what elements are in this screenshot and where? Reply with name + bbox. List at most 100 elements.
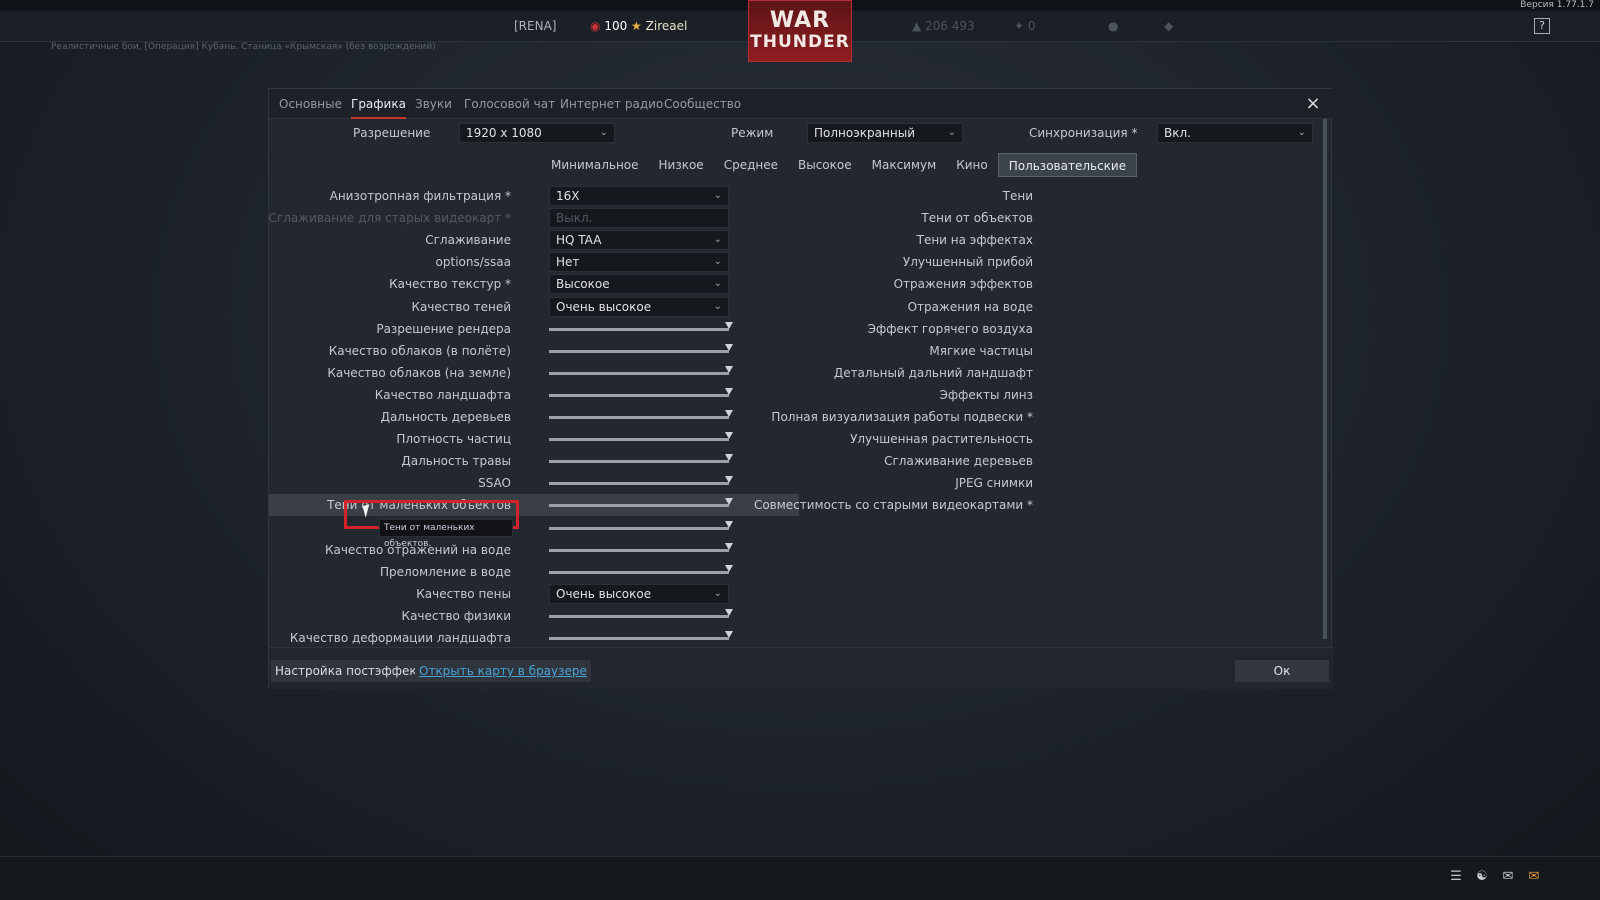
open-map-link[interactable]: Открыть карту в браузере [415,660,591,682]
setting-slider[interactable] [549,608,733,618]
toggle-label: Улучшенная растительность [850,432,1033,447]
setting-slider[interactable] [549,476,733,486]
toggle-row: Тени от объектовДа [799,207,1325,229]
setting-slider[interactable] [549,410,733,419]
setting-slider[interactable] [549,365,733,375]
tab-main[interactable]: Основные [279,89,342,119]
player-profile[interactable]: ◉ 100 ★ Zireael [590,19,687,33]
slider-handle[interactable] [725,564,733,572]
setting-dropdown[interactable]: HQ TAA ⌄ [549,230,729,251]
slider-handle[interactable] [725,321,733,329]
slider-handle[interactable] [725,343,733,351]
preset-cinema[interactable]: Кино [946,153,998,177]
bottom-bar: ☰ ☯ ✉ ✉ [0,856,1600,900]
preset-minimal[interactable]: Минимальное [541,153,649,177]
setting-label: Качество облаков (в полёте) [328,343,511,358]
settings-content: Анизотропная фильтрация * 16X ⌄ Сглаживание… [269,185,1325,647]
chevron-down-icon: ⌄ [713,300,722,312]
resolution-value: 1920 x 1080 [466,126,542,140]
tab-sound[interactable]: Звуки [415,89,452,119]
setting-dropdown[interactable]: Очень высокое ⌄ [549,296,729,317]
mail-icon[interactable]: ✉ [1525,869,1543,885]
slider-handle[interactable] [725,608,733,616]
setting-dropdown[interactable]: Высокое ⌄ [549,274,729,295]
setting-slider[interactable] [549,564,733,574]
golden-eagles[interactable]: ✦ 0 [1014,19,1036,33]
setting-row: Качество теней Очень высокое ⌄ [269,296,799,318]
chevron-down-icon: ⌄ [713,234,722,246]
slider-handle[interactable] [725,454,733,462]
slider-handle[interactable] [725,542,733,550]
slider-handle[interactable] [725,410,733,417]
premium-icon[interactable]: ● [1108,19,1118,33]
setting-slider[interactable] [549,454,733,464]
setting-dropdown[interactable]: Выкл. [549,208,729,229]
vsync-dropdown[interactable]: Вкл. ⌄ [1157,123,1313,143]
setting-slider[interactable] [549,321,733,331]
resolution-dropdown[interactable]: 1920 x 1080 ⌄ [459,123,615,143]
setting-row: Дальность деревьев [269,406,799,428]
setting-slider[interactable] [549,432,733,442]
slider-handle[interactable] [725,631,733,638]
chat-icon[interactable]: ✉ [1499,869,1517,885]
ok-button[interactable]: Ок [1235,660,1329,682]
war-thunder-logo[interactable]: WAR THUNDER [748,0,852,62]
setting-dropdown[interactable]: Очень высокое ⌄ [549,583,729,604]
preset-medium[interactable]: Среднее [714,153,788,177]
preset-custom[interactable]: Пользовательские [997,153,1138,177]
version-label: Версия 1.77.1.7 [1520,0,1594,10]
setting-row: Качество ландшафта [269,384,799,406]
squad-tag[interactable]: [RENA] [514,19,556,33]
setting-slider[interactable] [549,498,733,508]
mode-dropdown[interactable]: Полноэкранный ⌄ [807,123,963,143]
preset-max[interactable]: Максимум [862,153,947,177]
toggle-row: ТениДа [799,185,1325,207]
help-button[interactable]: ? [1534,18,1550,34]
close-icon[interactable]: × [1303,94,1323,114]
preset-high[interactable]: Высокое [788,153,862,177]
slider-handle[interactable] [725,476,733,484]
toggle-label: Отражения эффектов [893,277,1033,292]
slider-handle[interactable] [725,432,733,440]
list-icon[interactable]: ☰ [1447,869,1465,885]
setting-dropdown[interactable]: 16X ⌄ [549,186,729,206]
slider-handle[interactable] [725,387,733,395]
shop-icon[interactable]: ◆ [1164,19,1173,33]
setting-row: options/ssaa Нет ⌄ [269,251,799,273]
tab-internet-radio[interactable]: Интернет радио [560,89,663,119]
setting-label: Разрешение рендера [376,321,511,336]
toggle-label: JPEG снимки [955,476,1033,491]
mode-label: Режим [731,126,774,140]
lions-icon: ▲ [912,19,922,33]
chevron-down-icon: ⌄ [713,587,722,599]
squad-icon[interactable]: ☯ [1473,869,1491,885]
setting-slider[interactable] [549,387,733,397]
chevron-down-icon: ⌄ [947,127,956,138]
chevron-down-icon: ⌄ [713,278,722,290]
toggle-label: Отражения на воде [907,299,1033,314]
setting-value: Высокое [556,277,610,292]
tooltip: Тени от маленьких объектов. [379,519,513,549]
toggle-label: Эффект горячего воздуха [867,321,1033,336]
setting-label: Плотность частиц [396,432,511,447]
tab-voice-chat[interactable]: Голосовой чат [464,89,555,119]
slider-handle[interactable] [725,365,733,373]
silver-lions[interactable]: ▲ 206 493 [912,19,975,33]
setting-slider[interactable] [549,631,733,640]
setting-slider[interactable] [549,542,733,552]
setting-dropdown[interactable]: Нет ⌄ [549,252,729,273]
slider-handle[interactable] [725,498,733,506]
toggle-row: Улучшенный прибойДа [799,251,1325,273]
setting-label: Качество деформации ландшафта [289,631,511,645]
setting-slider[interactable] [549,343,733,353]
tab-community[interactable]: Сообщество [664,89,741,119]
setting-slider[interactable] [549,520,733,530]
setting-row: Качество облаков (в полёте) [269,340,799,362]
scrollbar[interactable] [1323,119,1327,639]
setting-row: Сглаживание для старых видеокарт * Выкл. [269,207,799,229]
preset-low[interactable]: Низкое [649,153,714,177]
toggle-label: Детальный дальний ландшафт [833,365,1033,380]
tab-graphics[interactable]: Графика [351,89,406,119]
slider-handle[interactable] [725,520,733,528]
setting-label: Качество теней [411,299,511,314]
